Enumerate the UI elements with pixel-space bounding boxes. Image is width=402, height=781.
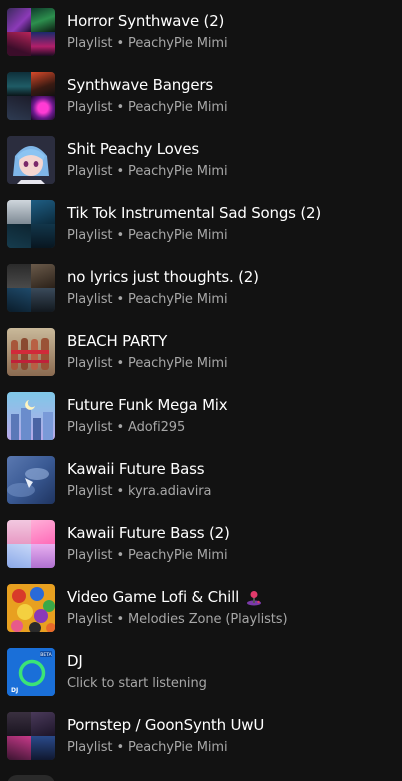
dj-badge-label: DJ (11, 687, 18, 694)
item-subtitle: Playlist • PeachyPie Mimi (67, 36, 228, 51)
item-title: Pornstep / GoonSynth UwU (67, 716, 265, 734)
list-item[interactable]: Shit Peachy Loves Playlist • PeachyPie M… (0, 128, 402, 192)
list-item[interactable]: Future Funk Mega Mix Playlist • Adofi295 (0, 384, 402, 448)
dj-icon: BETA DJ (7, 648, 55, 696)
item-title: Future Funk Mega Mix (67, 396, 228, 414)
playlist-cover-image (7, 264, 55, 312)
item-subtitle: Click to start listening (67, 676, 207, 691)
playlist-cover-image (7, 584, 55, 632)
playlist-cover-image (7, 8, 55, 56)
item-subtitle: Playlist • PeachyPie Mimi (67, 164, 228, 179)
playlist-cover-image (7, 136, 55, 184)
playlist-cover-image (7, 712, 55, 760)
playlist-cover-image (7, 328, 55, 376)
item-subtitle: Playlist • PeachyPie Mimi (67, 548, 228, 563)
next-item-peek (7, 775, 55, 781)
item-subtitle: Playlist • Adofi295 (67, 420, 186, 435)
dj-list-item[interactable]: BETA DJ DJ Click to start listening (0, 640, 402, 704)
item-subtitle: Playlist • PeachyPie Mimi (67, 292, 228, 307)
item-subtitle: Playlist • PeachyPie Mimi (67, 100, 228, 115)
item-subtitle: Playlist • kyra.adiavira (67, 484, 212, 499)
list-item[interactable]: Tik Tok Instrumental Sad Songs (2) Playl… (0, 192, 402, 256)
item-title: Tik Tok Instrumental Sad Songs (2) (67, 204, 321, 222)
item-title: no lyrics just thoughts. (2) (67, 268, 259, 286)
item-title: Kawaii Future Bass (67, 460, 205, 478)
item-title: Synthwave Bangers (67, 76, 213, 94)
playlist-cover-image (7, 72, 55, 120)
item-subtitle: Playlist • PeachyPie Mimi (67, 228, 228, 243)
playlist-cover-image (7, 392, 55, 440)
item-title: Horror Synthwave (2) (67, 12, 225, 30)
list-item[interactable]: Pornstep / GoonSynth UwU Playlist • Peac… (0, 704, 402, 768)
item-subtitle: Playlist • PeachyPie Mimi (67, 740, 228, 755)
item-title: Kawaii Future Bass (2) (67, 524, 230, 542)
playlist-cover-image (7, 456, 55, 504)
joystick-icon (246, 590, 261, 605)
item-title: DJ (67, 652, 83, 670)
list-item[interactable]: Kawaii Future Bass Playlist • kyra.adiav… (0, 448, 402, 512)
playlist-cover-image (7, 200, 55, 248)
item-subtitle: Playlist • Melodies Zone (Playlists) (67, 612, 288, 627)
list-item[interactable]: Horror Synthwave (2) Playlist • PeachyPi… (0, 0, 402, 64)
list-item[interactable]: BEACH PARTY Playlist • PeachyPie Mimi (0, 320, 402, 384)
list-item[interactable]: Kawaii Future Bass (2) Playlist • Peachy… (0, 512, 402, 576)
item-title: Shit Peachy Loves (67, 140, 199, 158)
list-item[interactable]: Video Game Lofi & Chill Playlist • Melod… (0, 576, 402, 640)
item-title: BEACH PARTY (67, 332, 168, 350)
list-item[interactable]: Synthwave Bangers Playlist • PeachyPie M… (0, 64, 402, 128)
playlist-cover-image (7, 520, 55, 568)
list-item[interactable]: no lyrics just thoughts. (2) Playlist • … (0, 256, 402, 320)
item-subtitle: Playlist • PeachyPie Mimi (67, 356, 228, 371)
library-list: Horror Synthwave (2) Playlist • PeachyPi… (0, 0, 402, 781)
beta-badge: BETA (40, 652, 52, 658)
item-title: Video Game Lofi & Chill (67, 587, 262, 607)
